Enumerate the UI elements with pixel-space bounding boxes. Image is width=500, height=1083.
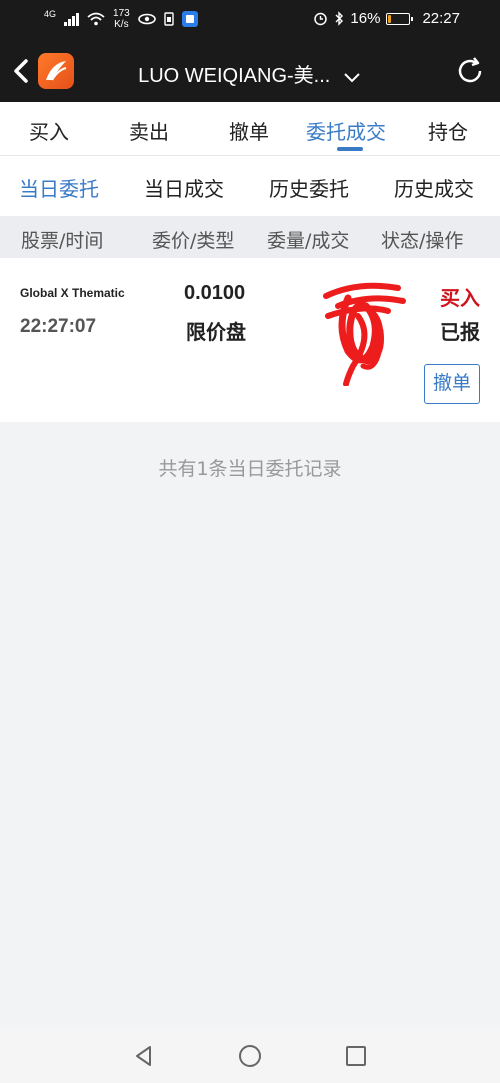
bluetooth-icon bbox=[335, 11, 344, 26]
subtab-today-trades[interactable]: 当日成交 bbox=[144, 173, 224, 202]
tab-positions[interactable]: 持仓 bbox=[428, 116, 468, 145]
subtab-history-trades[interactable]: 历史成交 bbox=[394, 173, 474, 202]
tab-cancel[interactable]: 撤单 bbox=[229, 116, 269, 145]
status-right: 16% 22:27 bbox=[313, 10, 460, 27]
col-status-action: 状态/操作 bbox=[381, 230, 464, 252]
clock: 22:27 bbox=[422, 10, 460, 27]
order-time: 22:27:07 bbox=[20, 316, 97, 337]
chevron-down-icon bbox=[344, 73, 360, 83]
account-selector[interactable]: LUO WEIQIANG-美... bbox=[100, 59, 400, 88]
wifi-icon bbox=[87, 12, 105, 26]
order-type: 限价盘 bbox=[186, 320, 246, 344]
sub-tabs: 当日委托 当日成交 历史委托 历史成交 bbox=[0, 156, 500, 216]
battery-icon bbox=[386, 12, 414, 25]
cancel-order-button[interactable]: 撤单 bbox=[424, 364, 480, 404]
speed-unit: K/s bbox=[114, 19, 129, 30]
order-side: 买入 bbox=[440, 286, 480, 310]
stock-name: Global X Thematic bbox=[20, 286, 125, 300]
tab-buy[interactable]: 买入 bbox=[29, 116, 69, 145]
record-count-text: 共有1条当日委托记录 bbox=[158, 458, 342, 480]
sim-icon bbox=[164, 12, 174, 26]
order-status: 已报 bbox=[440, 320, 480, 344]
system-home-icon[interactable] bbox=[238, 1044, 262, 1068]
battery-fill bbox=[388, 14, 392, 23]
table-header: 股票/时间 委价/类型 委量/成交 状态/操作 bbox=[0, 216, 500, 258]
tab-orders-trades[interactable]: 委托成交 bbox=[306, 116, 386, 145]
system-nav-bar bbox=[0, 1028, 500, 1083]
status-left: 4G 173 K/s bbox=[44, 8, 198, 30]
app-notification-icon bbox=[181, 11, 198, 27]
col-qty-filled: 委量/成交 bbox=[267, 230, 350, 252]
signal-icon bbox=[64, 12, 80, 26]
network-type: 4G bbox=[44, 9, 57, 19]
status-bar: 4G 173 K/s 16% 22:27 bbox=[0, 0, 500, 40]
col-stock-time: 股票/时间 bbox=[21, 230, 104, 252]
table-row: Global X Thematic 22:27:07 0.0100 限价盘 买入… bbox=[0, 258, 500, 422]
battery-percent: 16% bbox=[350, 10, 381, 27]
active-tab-indicator bbox=[337, 147, 363, 151]
redaction-scribble bbox=[323, 282, 406, 386]
subtab-today-orders[interactable]: 当日委托 bbox=[19, 173, 99, 202]
main-tabs: 买入 卖出 撤单 委托成交 持仓 bbox=[0, 102, 500, 156]
app-header: LUO WEIQIANG-美... bbox=[0, 40, 500, 102]
tab-sell[interactable]: 卖出 bbox=[129, 116, 169, 145]
order-price: 0.0100 bbox=[184, 282, 246, 304]
speed-value: 173 bbox=[113, 8, 130, 19]
system-recents-icon[interactable] bbox=[344, 1044, 368, 1068]
logo-mark-icon bbox=[46, 61, 67, 81]
account-title: LUO WEIQIANG-美... bbox=[138, 65, 331, 87]
subtab-history-orders[interactable]: 历史委托 bbox=[269, 173, 349, 202]
col-price-type: 委价/类型 bbox=[152, 230, 235, 252]
system-back-icon[interactable] bbox=[132, 1044, 156, 1068]
app-logo bbox=[38, 53, 74, 89]
network-speed: 173 K/s bbox=[113, 8, 130, 30]
alarm-icon bbox=[314, 12, 328, 26]
eye-icon bbox=[137, 13, 156, 25]
back-icon[interactable] bbox=[8, 56, 36, 86]
refresh-icon[interactable] bbox=[454, 55, 486, 87]
